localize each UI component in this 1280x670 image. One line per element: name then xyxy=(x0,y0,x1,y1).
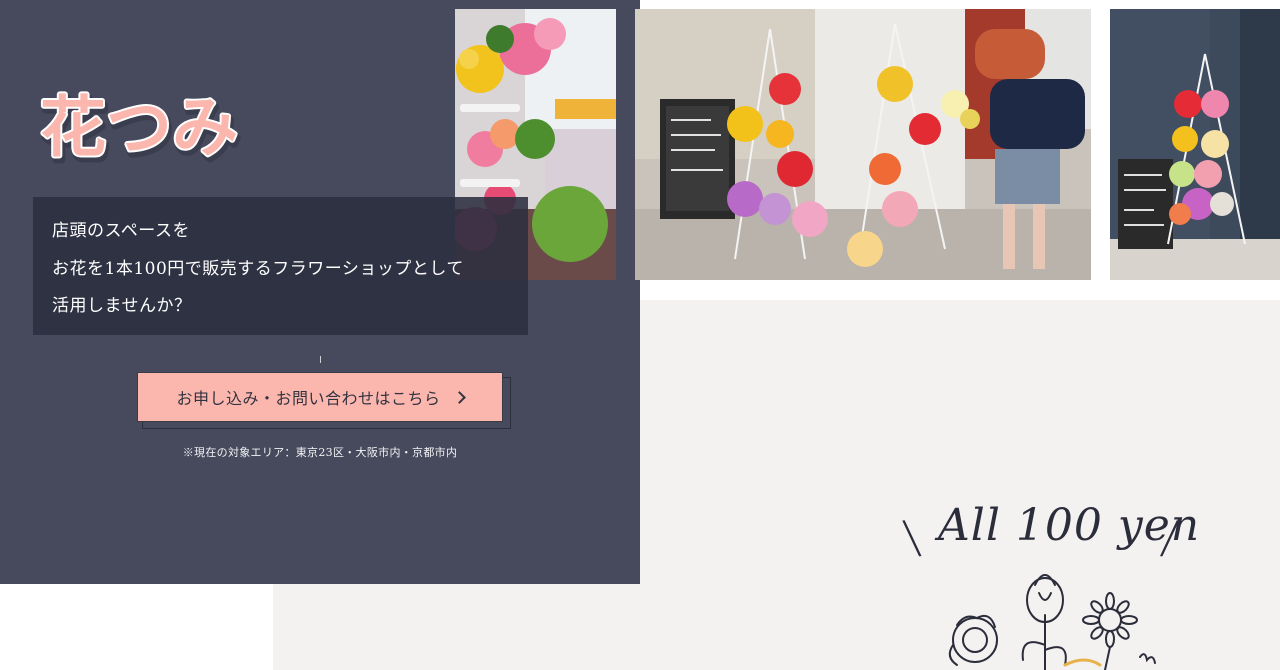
hanatsumi-logo[interactable]: 花つみ 花つみ xyxy=(38,76,268,168)
apply-contact-button[interactable]: お申し込み・お問い合わせはこちら xyxy=(137,372,503,422)
divider-tick xyxy=(320,356,321,363)
flower-stand-building-photo xyxy=(1110,9,1280,280)
flower-illustration-icon xyxy=(935,565,1185,670)
storefront-flower-shopper-photo xyxy=(635,9,1091,280)
hero-message-line-3: 活用しませんか？ xyxy=(52,296,192,316)
svg-text:花つみ: 花つみ xyxy=(40,89,238,166)
hero-message-line-2: お花を1本100円で販売するフラワーショップとして xyxy=(52,258,464,279)
hero-message-box: 店頭のスペースを お花を1本100円で販売するフラワーショップとして 活用しませ… xyxy=(33,197,528,335)
hero-message-line-1: 店頭のスペースを xyxy=(52,221,190,241)
apply-contact-button-label: お申し込み・お問い合わせはこちら xyxy=(176,389,441,408)
service-area-note: ※現在の対象エリア：東京23区・大阪市内・京都市内 xyxy=(182,446,458,459)
chevron-right-icon xyxy=(452,391,466,404)
